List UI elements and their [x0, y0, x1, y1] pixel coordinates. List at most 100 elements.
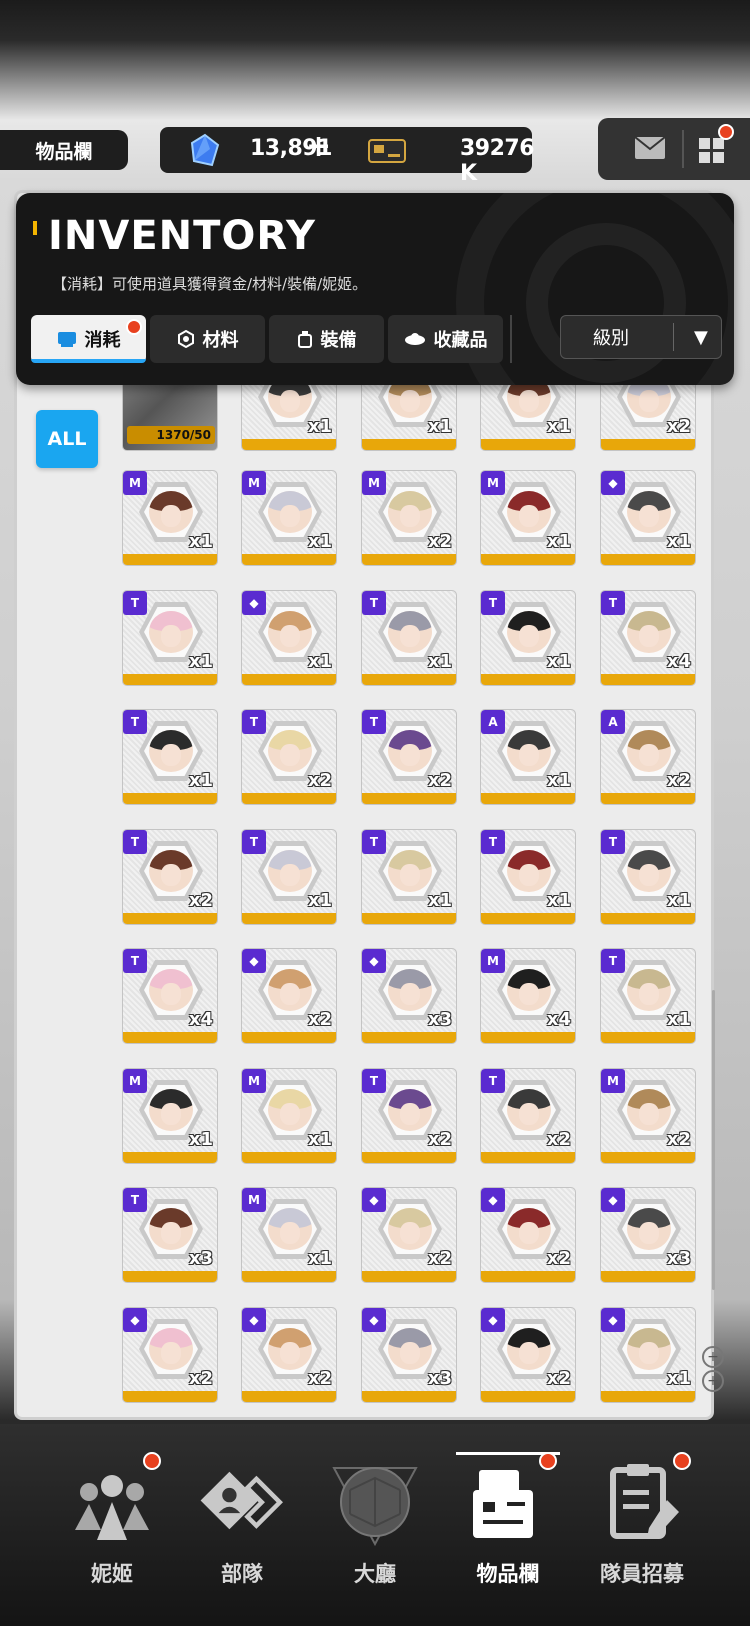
nikke-item-card[interactable]: ◆ x2 — [122, 1307, 218, 1403]
nikke-item-card[interactable]: Tx2 — [361, 1068, 457, 1164]
rarity-strip — [242, 1032, 336, 1043]
portrait-face — [280, 744, 300, 766]
nikke-item-card[interactable]: Tx2 — [361, 709, 457, 805]
class-badge-icon: T — [601, 949, 625, 973]
portrait-face — [639, 864, 659, 886]
nav-lobby[interactable]: 大廳 — [305, 1454, 445, 1604]
rarity-strip — [242, 439, 336, 450]
rarity-strip — [481, 1032, 575, 1043]
item-quantity: x1 — [188, 531, 213, 552]
nikke-item-card[interactable]: ◆ x2 — [241, 1307, 337, 1403]
class-badge-icon: T — [242, 710, 266, 734]
item-quantity: x2 — [188, 1368, 213, 1389]
portrait-face — [400, 505, 420, 527]
nikke-item-card[interactable]: Tx1 — [600, 829, 696, 925]
rarity-strip — [123, 1032, 217, 1043]
mail-icon[interactable] — [634, 136, 666, 164]
rarity-strip — [481, 1152, 575, 1163]
filter-all-button[interactable]: ALL — [36, 410, 98, 468]
nikke-item-card[interactable]: ◆ x3 — [361, 1307, 457, 1403]
nikke-item-card[interactable]: ◆ x1 — [241, 590, 337, 686]
nikke-item-card[interactable]: Mx2 — [361, 470, 457, 566]
portrait-face — [519, 744, 539, 766]
nikke-item-card[interactable]: Tx2 — [122, 829, 218, 925]
tab-consumables[interactable]: 消耗 — [31, 315, 146, 363]
nikke-item-card[interactable]: Tx4 — [600, 590, 696, 686]
nikke-item-card[interactable]: Mx1 — [241, 470, 337, 566]
zoom-out-icon[interactable]: + — [702, 1370, 724, 1392]
nikke-item-card[interactable]: ◆ x2 — [241, 948, 337, 1044]
nikke-item-card[interactable]: Tx1 — [361, 829, 457, 925]
nav-squad[interactable]: 部隊 — [172, 1454, 312, 1604]
nikke-item-card[interactable]: Tx1 — [480, 590, 576, 686]
portrait-face — [280, 505, 300, 527]
item-quantity: x4 — [188, 1009, 213, 1030]
portrait-face — [400, 864, 420, 886]
nav-label: 部隊 — [221, 1562, 263, 1586]
gem-icon — [188, 133, 222, 171]
tab-divider — [510, 315, 512, 363]
portrait-face — [161, 1222, 181, 1244]
nikke-item-card[interactable]: Ax2 — [600, 709, 696, 805]
class-badge-icon: T — [481, 591, 505, 615]
portrait-face — [280, 1222, 300, 1244]
scrollbar[interactable] — [712, 990, 715, 1290]
nikke-item-card[interactable]: Tx4 — [122, 948, 218, 1044]
nikke-item-card[interactable]: Mx1 — [480, 470, 576, 566]
rarity-strip — [242, 1152, 336, 1163]
nav-inventory[interactable]: 物品欄 — [438, 1452, 578, 1604]
class-badge-icon: T — [123, 830, 147, 854]
item-quantity: x1 — [427, 651, 452, 672]
divider — [673, 323, 674, 351]
zoom-in-icon[interactable]: + — [702, 1346, 724, 1368]
nikke-item-card[interactable]: Tx1 — [361, 590, 457, 686]
nikke-item-card[interactable]: Mx2 — [600, 1068, 696, 1164]
tab-materials[interactable]: 材料 — [150, 315, 265, 363]
tab-equipment[interactable]: 裝備 — [269, 315, 384, 363]
nikke-item-card[interactable]: Tx2 — [480, 1068, 576, 1164]
buy-gems-button[interactable]: + — [306, 129, 331, 164]
notification-dot — [126, 319, 142, 335]
portrait-face — [280, 1103, 300, 1125]
material-icon — [177, 330, 194, 348]
rarity-strip — [362, 554, 456, 565]
nikke-item-card[interactable]: ◆ x1 — [600, 1307, 696, 1403]
recruit-icon — [597, 1452, 691, 1550]
nav-recruit[interactable]: 隊員招募 — [572, 1452, 712, 1604]
nav-nikke[interactable]: 妮姬 — [42, 1452, 182, 1604]
nikke-item-card[interactable]: ◆ x3 — [600, 1187, 696, 1283]
item-quantity: x2 — [546, 1368, 571, 1389]
class-badge-icon: T — [123, 591, 147, 615]
rarity-strip — [481, 674, 575, 685]
nikke-item-card[interactable]: ◆ x3 — [361, 948, 457, 1044]
nikke-item-card[interactable]: Ax1 — [480, 709, 576, 805]
nikke-item-card[interactable]: ◆ x2 — [480, 1307, 576, 1403]
portrait-face — [400, 390, 420, 412]
portrait-face — [519, 1103, 539, 1125]
character-portrait — [507, 730, 551, 772]
character-portrait — [507, 850, 551, 892]
nikke-item-card[interactable]: Tx2 — [241, 709, 337, 805]
nikke-item-card[interactable]: Tx1 — [241, 829, 337, 925]
portrait-face — [639, 983, 659, 1005]
sort-dropdown[interactable]: 級別 ▼ — [560, 315, 722, 359]
nikke-item-card[interactable]: Tx1 — [600, 948, 696, 1044]
nikke-item-card[interactable]: Mx1 — [122, 470, 218, 566]
nikke-item-card[interactable]: Mx1 — [241, 1068, 337, 1164]
nikke-item-card[interactable]: ◆ x2 — [480, 1187, 576, 1283]
character-portrait — [149, 969, 193, 1011]
nikke-item-card[interactable]: Tx1 — [122, 709, 218, 805]
nikke-item-card[interactable]: Mx4 — [480, 948, 576, 1044]
nikke-item-card[interactable]: ◆ x1 — [600, 470, 696, 566]
nikke-item-card[interactable]: Tx1 — [122, 590, 218, 686]
portrait-face — [280, 390, 300, 412]
nav-label: 妮姬 — [91, 1562, 133, 1586]
nikke-item-card[interactable]: Mx1 — [122, 1068, 218, 1164]
nikke-item-card[interactable]: Tx3 — [122, 1187, 218, 1283]
rarity-strip — [601, 439, 695, 450]
nikke-item-card[interactable]: ◆ x2 — [361, 1187, 457, 1283]
character-portrait — [627, 1208, 671, 1250]
nikke-item-card[interactable]: Mx1 — [241, 1187, 337, 1283]
nikke-item-card[interactable]: Tx1 — [480, 829, 576, 925]
tab-collection[interactable]: 收藏品 — [388, 315, 503, 363]
